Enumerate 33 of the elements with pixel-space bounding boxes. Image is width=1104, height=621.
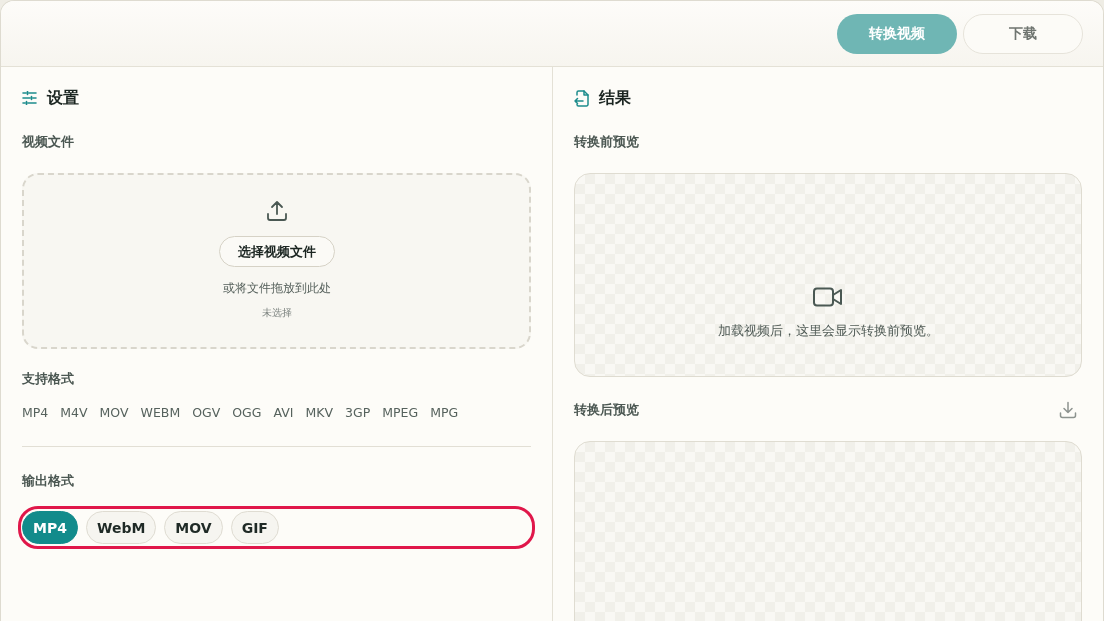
format-name: MPG	[430, 404, 459, 422]
format-name: 3GP	[345, 404, 371, 422]
file-status: 未选择	[261, 306, 292, 320]
preview-message: 加载视频后，这里会显示转换前预览。	[717, 322, 939, 340]
sliders-icon	[22, 91, 37, 105]
field-label: 转换前预览	[574, 133, 639, 151]
format-name: MP4	[22, 404, 49, 422]
format-option[interactable]: GIF	[230, 511, 279, 544]
field-label: 视频文件	[22, 133, 74, 151]
format-name: WEBM	[140, 404, 181, 422]
format-name: OGV	[192, 404, 221, 422]
field-label: 支持格式	[22, 370, 74, 388]
download-icon	[1059, 401, 1077, 419]
format-option[interactable]: MOV	[164, 511, 223, 544]
upload-icon	[265, 200, 288, 222]
section-title: 结果	[599, 87, 631, 109]
field-label: 输出格式	[22, 472, 74, 490]
file-arrow-icon	[574, 89, 589, 107]
video-camera-icon	[813, 287, 843, 307]
format-option[interactable]: MP4	[22, 511, 78, 544]
field-label: 转换后预览	[574, 401, 639, 419]
format-name: OGG	[232, 404, 262, 422]
format-name: MOV	[99, 404, 129, 422]
format-name: AVI	[273, 404, 294, 422]
section-title: 设置	[47, 87, 79, 109]
drop-hint: 或将文件拖放到此处	[222, 280, 331, 297]
choose-file-button[interactable]: 选择视频文件	[218, 236, 335, 267]
format-name: MKV	[305, 404, 333, 422]
format-name: M4V	[60, 404, 88, 422]
file-dropzone[interactable]: 选择视频文件 或将文件拖放到此处 未选择	[22, 173, 531, 349]
format-option[interactable]: WebM	[85, 511, 157, 544]
download-icon-button[interactable]	[1059, 401, 1077, 419]
format-name: MPEG	[382, 404, 419, 422]
